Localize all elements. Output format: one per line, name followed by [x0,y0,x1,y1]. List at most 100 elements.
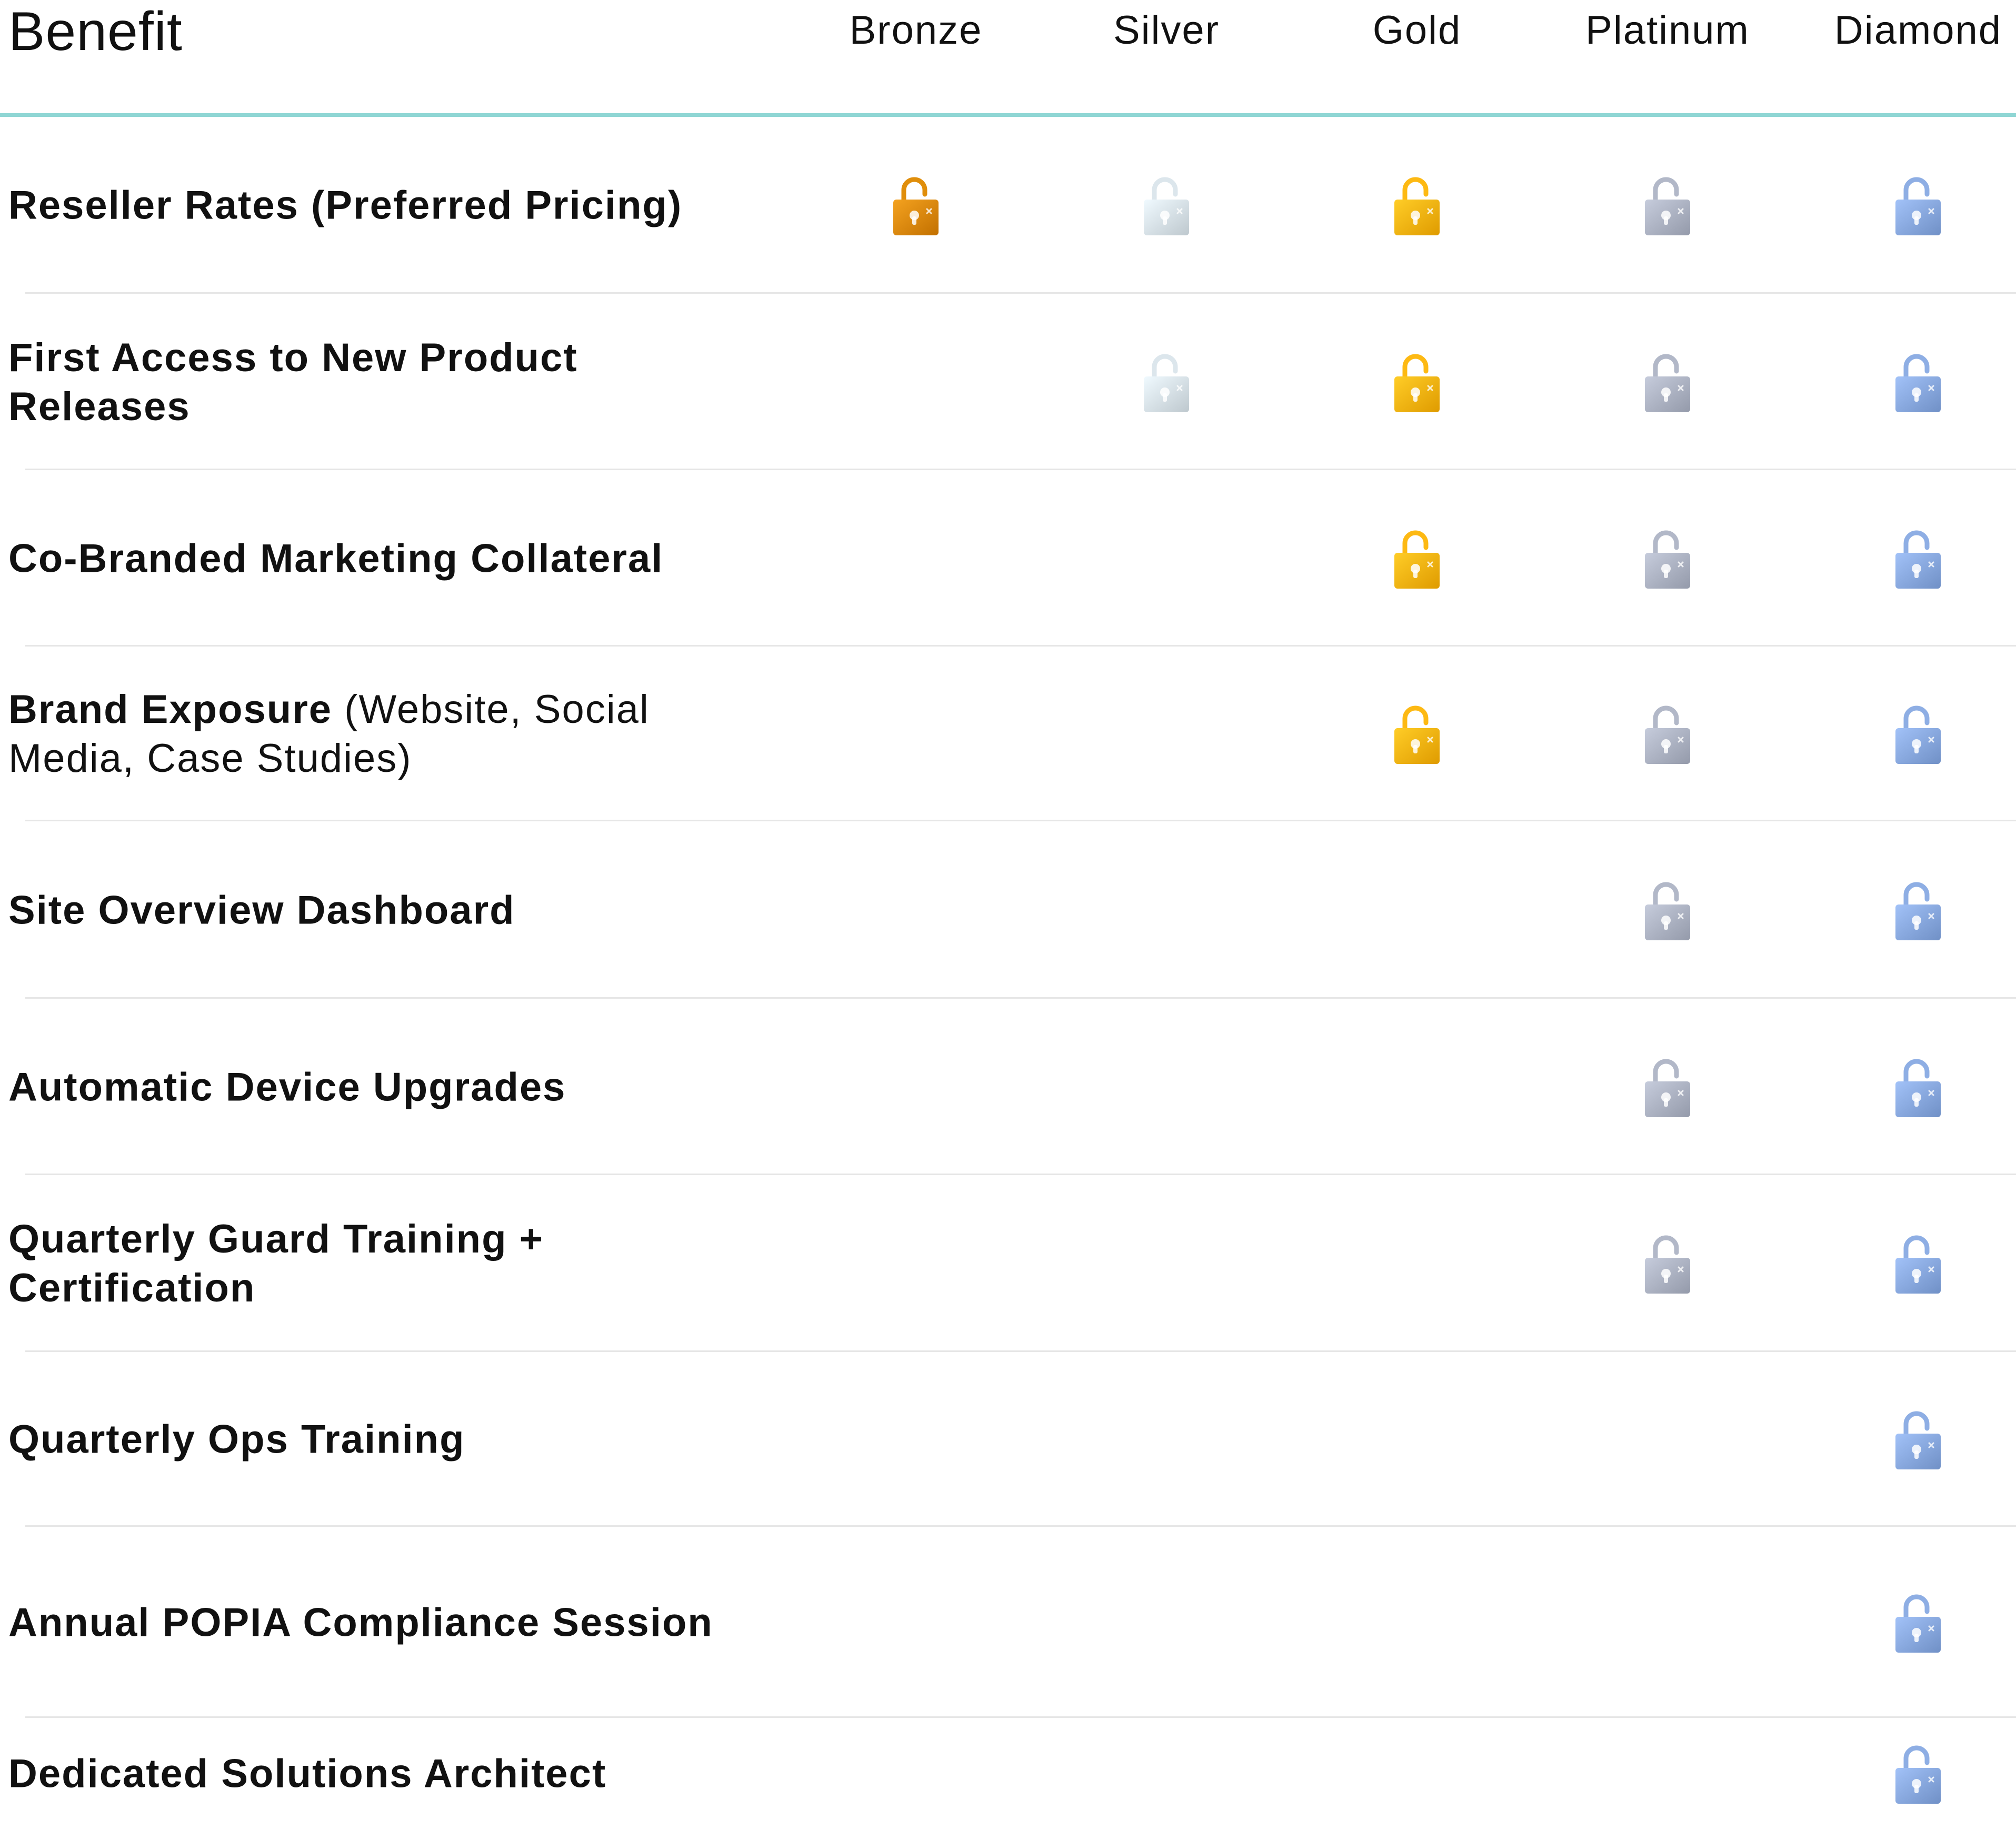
tier-cell-diamond [1793,999,2016,1175]
unlocked-padlock-icon [1393,174,1441,236]
unlocked-padlock-icon [1644,528,1691,590]
tier-cell-silver [1041,821,1292,999]
tier-cell-diamond [1793,821,2016,999]
table-row: First Access to New Product Releases [0,294,2016,470]
benefit-label: First Access to New Product Releases [8,333,724,431]
tier-cell-bronze [791,1352,1041,1527]
benefit-column-header: Benefit [8,1,183,62]
benefit-label: Co-Branded Marketing Collateral [8,534,724,583]
tier-cell-bronze [791,999,1041,1175]
tier-cell-gold [1292,294,1542,470]
tier-header-gold: Gold [1372,8,1462,53]
tier-cell-diamond [1793,294,2016,470]
tier-cell-silver [1041,470,1292,647]
benefit-label: Dedicated Solutions Architect [8,1749,724,1798]
unlocked-padlock-icon [1143,174,1190,236]
tier-cell-platinum [1542,999,1793,1175]
tier-cell-gold [1292,1718,1542,1829]
benefit-label: Brand Exposure (Website, Social Media, C… [8,685,724,783]
unlocked-padlock-icon [1393,703,1441,765]
tier-header-diamond: Diamond [1834,8,2002,53]
tier-cell-bronze [791,1527,1041,1718]
tier-cell-diamond [1793,1352,2016,1527]
table-row: Automatic Device Upgrades [0,999,2016,1175]
tier-cell-platinum [1542,647,1793,821]
tier-cell-bronze [791,294,1041,470]
tier-cell-silver [1041,647,1292,821]
tier-header-bronze: Bronze [849,8,983,53]
tier-cell-platinum [1542,1175,1793,1352]
tier-cell-bronze [791,470,1041,647]
tier-cell-silver [1041,1718,1292,1829]
benefit-label: Automatic Device Upgrades [8,1062,724,1111]
tier-cell-bronze [791,1718,1041,1829]
benefit-label: Quarterly Ops Training [8,1415,724,1464]
tier-cell-platinum [1542,821,1793,999]
tier-cell-gold [1292,1527,1542,1718]
unlocked-padlock-icon [1894,528,1942,590]
tier-header-silver: Silver [1113,8,1220,53]
unlocked-padlock-icon [1894,879,1942,941]
tier-cell-platinum [1542,294,1793,470]
benefit-label-bold: Annual POPIA Compliance Session [8,1600,713,1645]
tier-cell-diamond [1793,1175,2016,1352]
unlocked-padlock-icon [892,174,940,236]
tier-cell-gold [1292,821,1542,999]
benefit-label-bold: First Access to New Product Releases [8,335,578,429]
benefit-label: Annual POPIA Compliance Session [8,1598,724,1647]
tier-header-platinum: Platinum [1585,8,1750,53]
benefit-label: Reseller Rates (Preferred Pricing) [8,181,724,230]
table-row: Quarterly Ops Training [0,1352,2016,1527]
unlocked-padlock-icon [1894,1743,1942,1805]
tier-cell-bronze [791,821,1041,999]
table-row: Reseller Rates (Preferred Pricing) [0,117,2016,294]
tier-cell-platinum [1542,117,1793,294]
tier-cell-bronze [791,117,1041,294]
table-header: Benefit Bronze Silver Gold Platinum Diam… [0,0,2016,117]
tier-cell-silver [1041,117,1292,294]
tier-cell-silver [1041,1175,1292,1352]
benefit-label-bold: Quarterly Ops Training [8,1417,465,1462]
tier-cell-diamond [1793,1718,2016,1829]
tier-cell-diamond [1793,470,2016,647]
table-row: Co-Branded Marketing Collateral [0,470,2016,647]
tier-cell-platinum [1542,1718,1793,1829]
tier-cell-silver [1041,1527,1292,1718]
unlocked-padlock-icon [1894,1592,1942,1654]
tier-cell-silver [1041,294,1292,470]
tier-cell-gold [1292,117,1542,294]
tier-cell-silver [1041,999,1292,1175]
unlocked-padlock-icon [1644,351,1691,413]
benefit-label-bold: Reseller Rates (Preferred Pricing) [8,183,683,228]
table-row: Quarterly Guard Training + Certification [0,1175,2016,1352]
benefit-label-bold: Brand Exposure [8,687,333,732]
tier-cell-platinum [1542,1527,1793,1718]
tier-cell-gold [1292,470,1542,647]
unlocked-padlock-icon [1894,174,1942,236]
tier-cell-gold [1292,999,1542,1175]
unlocked-padlock-icon [1894,1056,1942,1118]
unlocked-padlock-icon [1894,1232,1942,1295]
benefit-label: Site Overview Dashboard [8,886,724,935]
tier-cell-diamond [1793,1527,2016,1718]
table-row: Brand Exposure (Website, Social Media, C… [0,647,2016,821]
unlocked-padlock-icon [1894,1408,1942,1470]
table-row: Site Overview Dashboard [0,821,2016,999]
benefit-label-bold: Dedicated Solutions Architect [8,1751,607,1796]
unlocked-padlock-icon [1644,174,1691,236]
benefit-label: Quarterly Guard Training + Certification [8,1215,724,1313]
tier-cell-diamond [1793,117,2016,294]
tier-cell-gold [1292,1175,1542,1352]
table-row: Dedicated Solutions Architect [0,1718,2016,1829]
tier-cell-platinum [1542,470,1793,647]
unlocked-padlock-icon [1644,1056,1691,1118]
unlocked-padlock-icon [1644,1232,1691,1295]
tier-cell-diamond [1793,647,2016,821]
unlocked-padlock-icon [1644,879,1691,941]
unlocked-padlock-icon [1894,351,1942,413]
table-row: Annual POPIA Compliance Session [0,1527,2016,1718]
tier-cell-bronze [791,647,1041,821]
tier-cell-gold [1292,647,1542,821]
unlocked-padlock-icon [1644,703,1691,765]
benefit-label-bold: Quarterly Guard Training + Certification [8,1217,544,1310]
